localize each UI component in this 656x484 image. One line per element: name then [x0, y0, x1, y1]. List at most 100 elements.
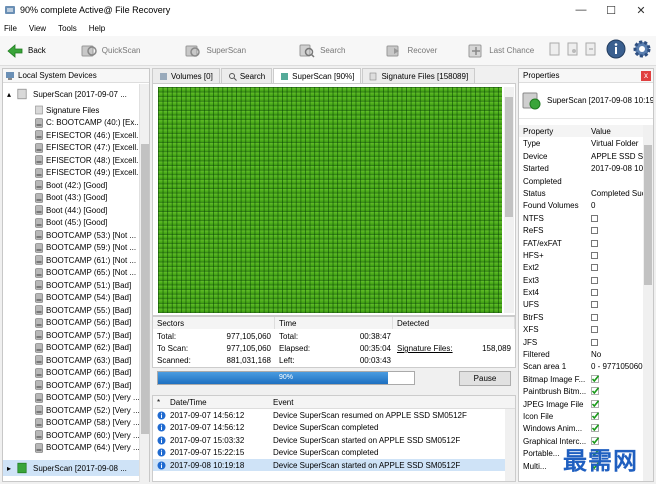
search-button[interactable]: Search	[292, 39, 351, 63]
document-export-icon[interactable]	[585, 42, 597, 56]
tree-item[interactable]: BOOTCAMP (60:) [Very ...	[3, 429, 140, 442]
tree-item[interactable]: Boot (43:) [Good]	[3, 192, 140, 205]
property-row[interactable]: JPEG Image File	[519, 398, 643, 410]
document-icon[interactable]	[549, 42, 561, 56]
property-row[interactable]: ReFS	[519, 224, 643, 236]
property-row[interactable]: Filtered No	[519, 348, 643, 360]
lastchance-button[interactable]: Last Chance	[461, 39, 540, 63]
pause-button[interactable]: Pause	[459, 371, 511, 386]
tab-signature-files[interactable]: Signature Files [158089]	[362, 68, 476, 83]
scan-map-scrollbar[interactable]	[504, 87, 514, 313]
tree-item[interactable]: BOOTCAMP (51:) [Bad]	[3, 279, 140, 292]
property-row[interactable]: Ext2	[519, 261, 643, 273]
property-row[interactable]: JFS	[519, 336, 643, 348]
log-col-num[interactable]: *	[157, 398, 160, 407]
tree-item[interactable]: BOOTCAMP (67:) [Bad]	[3, 379, 140, 392]
tree-item[interactable]: BOOTCAMP (56:) [Bad]	[3, 317, 140, 330]
tree-item[interactable]: BOOTCAMP (65:) [Not ...	[3, 267, 140, 280]
back-button[interactable]: Back	[0, 39, 52, 63]
tree-item-selected[interactable]: ▸ SuperScan [2017-09-08 ...	[3, 460, 140, 476]
tree-item[interactable]: BOOTCAMP (61:) [Not ...	[3, 254, 140, 267]
tree-item[interactable]: ▴ SuperScan [2017-09-07 ...	[3, 84, 140, 104]
tree-item[interactable]: Boot (42:) [Good]	[3, 179, 140, 192]
tab-search[interactable]: Search	[220, 68, 273, 83]
tree-item[interactable]: BOOTCAMP (64:) [Very ...	[3, 442, 140, 455]
property-row[interactable]: Bitmap Image F...	[519, 373, 643, 385]
tree-item[interactable]: BOOTCAMP (57:) [Bad]	[3, 329, 140, 342]
superscan-button[interactable]: SuperScan	[178, 39, 252, 63]
property-row[interactable]: XFS	[519, 323, 643, 335]
tree-item[interactable]: C: BOOTCAMP (40:) [Ex...	[3, 117, 140, 130]
property-row[interactable]: Scan area 1 0 - 977105060	[519, 360, 643, 372]
tree-item[interactable]: BOOTCAMP (54:) [Bad]	[3, 292, 140, 305]
tree-item[interactable]: EFISECTOR (48:) [Excell...	[3, 154, 140, 167]
log-col-date[interactable]: Date/Time	[170, 398, 207, 407]
property-row[interactable]: UFS	[519, 298, 643, 310]
property-row[interactable]: Status Completed Suc	[519, 187, 643, 199]
recover-button[interactable]: Recover	[379, 39, 443, 63]
minimize-button[interactable]: —	[566, 0, 596, 20]
menu-view[interactable]: View	[29, 24, 46, 33]
close-properties-button[interactable]: x	[641, 71, 651, 81]
property-row[interactable]: Windows Anim...	[519, 422, 643, 434]
tree-item[interactable]: EFISECTOR (49:) [Excell...	[3, 167, 140, 180]
tab-superscan[interactable]: SuperScan [90%]	[273, 68, 362, 83]
document-settings-icon[interactable]	[567, 42, 579, 56]
log-col-event[interactable]: Event	[273, 398, 293, 407]
col-value[interactable]: Value	[591, 127, 643, 136]
scrollbar-thumb[interactable]	[644, 145, 652, 285]
device-tree-header[interactable]: Local System Devices	[3, 69, 149, 83]
maximize-button[interactable]: ☐	[596, 0, 626, 20]
event-log-scrollbar[interactable]	[505, 409, 515, 481]
tree-item[interactable]: BOOTCAMP (59:) [Not ...	[3, 242, 140, 255]
signature-files-link[interactable]: Signature Files:	[397, 344, 453, 353]
menu-help[interactable]: Help	[89, 24, 105, 33]
tree-item[interactable]: EFISECTOR (47:) [Excell...	[3, 142, 140, 155]
property-row[interactable]: Completed	[519, 175, 643, 187]
col-property[interactable]: Property	[523, 127, 589, 136]
tree-item[interactable]: Boot (44:) [Good]	[3, 204, 140, 217]
expand-arrow-icon[interactable]: ▸	[7, 464, 11, 473]
tree-item[interactable]: BOOTCAMP (58:) [Very ...	[3, 417, 140, 430]
property-row[interactable]: FAT/exFAT	[519, 237, 643, 249]
property-row[interactable]: Started 2017-09-08 10	[519, 162, 643, 174]
property-row[interactable]: Ext4	[519, 286, 643, 298]
scrollbar-thumb[interactable]	[141, 144, 149, 434]
scrollbar-thumb[interactable]	[505, 97, 513, 217]
device-tree-scrollbar[interactable]	[139, 84, 149, 482]
tree-item[interactable]: Signature Files	[3, 104, 140, 117]
property-row[interactable]: BtrFS	[519, 311, 643, 323]
property-row[interactable]: Ext3	[519, 274, 643, 286]
gear-icon[interactable]	[632, 39, 652, 59]
tree-item[interactable]: BOOTCAMP (55:) [Bad]	[3, 304, 140, 317]
log-row[interactable]: 2017-09-08 10:19:18 Device SuperScan star…	[153, 458, 515, 471]
property-row[interactable]: Paintbrush Bitm...	[519, 385, 643, 397]
menu-tools[interactable]: Tools	[58, 24, 77, 33]
tree-item[interactable]: BOOTCAMP (66:) [Bad]	[3, 367, 140, 380]
properties-scrollbar[interactable]	[643, 125, 653, 481]
tree-item[interactable]: BOOTCAMP (50:) [Very ...	[3, 392, 140, 405]
close-button[interactable]: ✕	[626, 0, 656, 20]
log-row[interactable]: 2017-09-07 14:56:12 Device SuperScan comp…	[153, 421, 515, 433]
tree-item[interactable]: BOOTCAMP (52:) [Very ...	[3, 404, 140, 417]
device-tree[interactable]: ▴ SuperScan [2017-09-07 ... Signature File…	[3, 84, 140, 482]
property-row[interactable]: Device APPLE SSD SM0	[519, 150, 643, 162]
tree-item[interactable]: EFISECTOR (46:) [Excell...	[3, 129, 140, 142]
quickscan-button[interactable]: QuickScan	[74, 39, 147, 63]
tree-item[interactable]: BOOTCAMP (62:) [Bad]	[3, 342, 140, 355]
property-row[interactable]: Type Virtual Folder	[519, 137, 643, 149]
expand-arrow-icon[interactable]: ▴	[7, 90, 11, 99]
tree-item[interactable]: BOOTCAMP (53:) [Not ...	[3, 229, 140, 242]
property-row[interactable]: HFS+	[519, 249, 643, 261]
log-row[interactable]: 2017-09-07 15:03:32 Device SuperScan star…	[153, 434, 515, 446]
log-row[interactable]: 2017-09-07 15:22:15 Device SuperScan comp…	[153, 446, 515, 458]
log-row[interactable]: 2017-09-07 14:56:12 Device SuperScan resu…	[153, 409, 515, 421]
tree-item[interactable]: BOOTCAMP (63:) [Bad]	[3, 354, 140, 367]
menu-file[interactable]: File	[4, 24, 17, 33]
tree-item[interactable]: Boot (45:) [Good]	[3, 217, 140, 230]
tab-volumes[interactable]: Volumes [0]	[152, 68, 220, 83]
property-row[interactable]: NTFS	[519, 212, 643, 224]
property-row[interactable]: Icon File	[519, 410, 643, 422]
property-row[interactable]: Found Volumes 0	[519, 199, 643, 211]
info-icon[interactable]	[606, 39, 626, 59]
